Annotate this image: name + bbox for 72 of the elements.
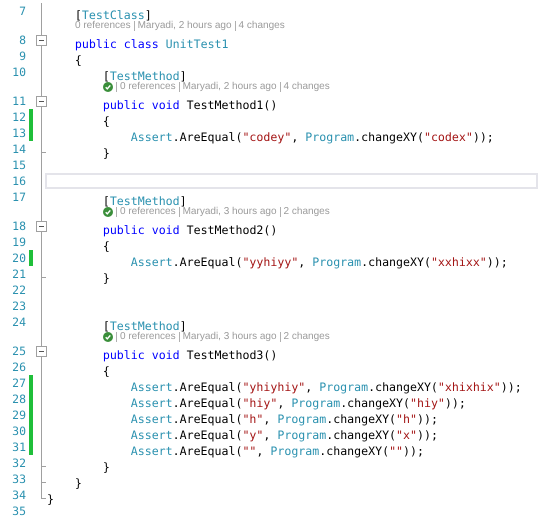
line-number: 34 (11, 487, 26, 503)
line-number: 33 (11, 471, 26, 487)
codelens-link[interactable]: 4 changes (238, 19, 285, 32)
line-number: 11 (11, 93, 26, 109)
line-number: 23 (11, 298, 26, 314)
code-line: Assert.AreEqual("hiy", Program.changeXY("hiy")); (130, 396, 466, 410)
codelens-link[interactable]: Maryadi, 3 hours ago (182, 205, 277, 218)
line-number: 31 (11, 439, 26, 455)
codelens-link[interactable]: 2 changes (284, 330, 330, 343)
codelens-link[interactable]: 0 references (120, 330, 176, 343)
line-number: 35 (11, 503, 26, 519)
code-line: } (102, 271, 110, 285)
line-number: 20 (11, 250, 26, 266)
line-number: 21 (11, 266, 26, 282)
code-line: [TestMethod] (102, 319, 187, 333)
line-number: 10 (11, 64, 26, 80)
line-number: 29 (11, 407, 26, 423)
line-number: 14 (11, 141, 26, 157)
line-number: 32 (11, 455, 26, 471)
line-number: 28 (11, 391, 26, 407)
line-number: 30 (11, 423, 26, 439)
codelens-link[interactable]: Maryadi, 3 hours ago (182, 330, 277, 343)
code-line: { (102, 239, 110, 253)
line-number: 24 (11, 314, 26, 330)
line-number: 25 (11, 343, 26, 359)
line-number: 13 (11, 125, 26, 141)
code-line: [TestMethod] (102, 69, 187, 83)
collapse-button[interactable] (36, 35, 47, 46)
check-icon (103, 82, 113, 92)
codelens-link[interactable]: 0 references (120, 205, 176, 218)
codelens-link[interactable]: Maryadi, 2 hours ago (138, 19, 232, 32)
line-number: 12 (11, 109, 26, 125)
line-number: 7 (18, 3, 26, 19)
check-icon (103, 332, 113, 342)
line-number: 15 (11, 157, 26, 173)
line-number: 19 (11, 234, 26, 250)
code-line: public class UnitTest1 (74, 37, 229, 51)
line-number: 9 (18, 48, 26, 64)
line-number: 17 (11, 189, 26, 205)
code-line: { (74, 53, 82, 67)
line-number: 8 (18, 32, 26, 48)
codelens-link[interactable]: 4 changes (284, 80, 330, 93)
code-line: } (102, 146, 110, 160)
codelens-link[interactable]: 2 changes (284, 205, 330, 218)
code-line: Assert.AreEqual("h", Program.changeXY("h")); (130, 412, 438, 426)
code-line: Assert.AreEqual("codey", Program.changeXY("codex")); (130, 130, 494, 144)
check-icon (103, 206, 113, 216)
collapse-button[interactable] (36, 221, 47, 232)
code-line: } (74, 476, 82, 490)
code-line: Assert.AreEqual("yyhiyy", Program.changeXY("xxhixx")); (130, 255, 508, 269)
code-line: public void TestMethod3() (102, 348, 278, 362)
code-line: } (102, 460, 110, 474)
collapse-button[interactable] (36, 346, 47, 357)
code-line: } (47, 492, 54, 506)
line-number: 18 (11, 218, 26, 234)
code-line: public void TestMethod1() (102, 98, 278, 112)
codelens-link[interactable]: 0 references (75, 19, 131, 32)
collapse-button[interactable] (36, 96, 47, 107)
codelens-link[interactable]: 0 references (120, 80, 176, 93)
codelens-link[interactable]: Maryadi, 2 hours ago (182, 80, 277, 93)
code-line: Assert.AreEqual("y", Program.changeXY("x")); (130, 428, 438, 442)
code-line: { (102, 114, 110, 128)
code-line: [TestMethod] (102, 194, 187, 208)
line-number: 27 (11, 375, 26, 391)
line-number: 22 (11, 282, 26, 298)
code-line: public void TestMethod2() (102, 223, 278, 237)
code-line: Assert.AreEqual("", Program.changeXY("")); (130, 444, 424, 458)
code-line: Assert.AreEqual("yhiyhiy", Program.changeXY("xhixhix")); (130, 380, 522, 394)
line-number: 16 (11, 173, 26, 189)
code-line: [TestClass] (74, 8, 152, 22)
line-number: 26 (11, 359, 26, 375)
code-line: { (102, 364, 110, 378)
